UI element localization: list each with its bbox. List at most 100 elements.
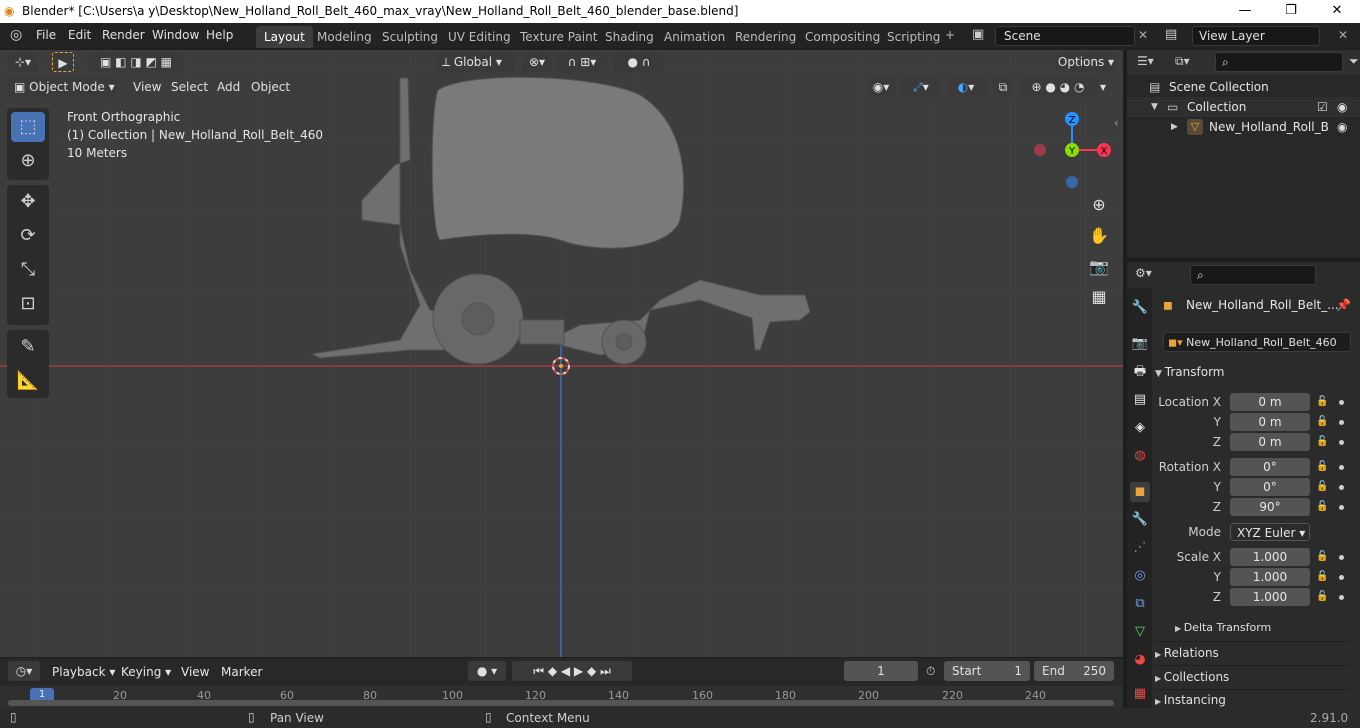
transform-panel-header[interactable]: ▼ Transform: [1155, 361, 1350, 383]
properties-search[interactable]: ⌕: [1190, 265, 1316, 285]
timeline-menu-view[interactable]: View: [181, 665, 209, 679]
pan-button[interactable]: ✋: [1087, 224, 1111, 248]
playback-controls[interactable]: ⏮ ◆ ◀ ▶ ◆ ⏭: [512, 661, 632, 681]
tab-modeling[interactable]: Modeling: [309, 26, 380, 48]
checkbox-icon[interactable]: ☑: [1317, 97, 1328, 117]
object-name-field[interactable]: ◼▾ New_Holland_Roll_Belt_460: [1163, 332, 1351, 352]
eye-icon[interactable]: ◉: [1337, 97, 1347, 117]
ortho-toggle-button[interactable]: ▦: [1087, 285, 1111, 309]
lock-icon[interactable]: 🔓: [1316, 551, 1328, 563]
current-frame-field[interactable]: 1: [844, 661, 918, 681]
keyframe-dot[interactable]: [1339, 505, 1344, 510]
pin-icon[interactable]: 📌: [1336, 298, 1351, 312]
xray-toggle[interactable]: ⧉: [993, 77, 1013, 97]
sidebar-toggle-icon[interactable]: ‹: [1114, 116, 1119, 130]
lock-icon[interactable]: 🔓: [1316, 396, 1328, 408]
keyframe-dot[interactable]: [1339, 485, 1344, 490]
minimize-button[interactable]: —: [1222, 0, 1268, 23]
keyframe-dot[interactable]: [1339, 575, 1344, 580]
scale-x-field[interactable]: 1.000: [1230, 548, 1310, 566]
rotation-mode-dropdown[interactable]: XYZ Euler ▾: [1230, 523, 1310, 541]
annotate-tool[interactable]: ✎: [11, 332, 45, 362]
select-box-tool[interactable]: ⬚: [11, 112, 45, 142]
menu-window[interactable]: Window: [152, 28, 199, 42]
lock-icon[interactable]: 🔓: [1316, 461, 1328, 473]
relations-panel-header[interactable]: ▶ Relations: [1155, 641, 1350, 663]
keyframe-dot[interactable]: [1339, 440, 1344, 445]
editor-type-button[interactable]: ⊹▾: [8, 52, 38, 72]
selection-mode-group[interactable]: ▣ ◧ ◨ ◩ ▦: [88, 52, 184, 72]
shading-mode-group[interactable]: ⊕ ● ◕ ◔: [1018, 77, 1098, 97]
transform-tool[interactable]: ⊡: [11, 289, 45, 319]
menu-file[interactable]: File: [36, 28, 56, 42]
menu-select[interactable]: Select: [171, 80, 208, 94]
tab-sculpting[interactable]: Sculpting: [374, 26, 446, 48]
outliner-row-collection[interactable]: ▼ ▭ Collection ☑ ◉: [1127, 97, 1360, 117]
texture-tab-icon[interactable]: ▦: [1130, 684, 1150, 704]
end-frame-field[interactable]: End 250: [1034, 661, 1114, 681]
keyframe-dot[interactable]: [1339, 595, 1344, 600]
scale-z-field[interactable]: 1.000: [1230, 588, 1310, 606]
tab-texture-paint[interactable]: Texture Paint: [512, 26, 605, 48]
menu-view[interactable]: View: [133, 80, 161, 94]
properties-type-icon[interactable]: ⚙▾: [1135, 266, 1152, 280]
lock-icon[interactable]: 🔓: [1316, 591, 1328, 603]
scale-y-field[interactable]: 1.000: [1230, 568, 1310, 586]
rotate-tool[interactable]: ⟳: [11, 221, 45, 251]
outliner-search[interactable]: ⌕: [1215, 52, 1343, 72]
tab-compositing[interactable]: Compositing: [797, 26, 888, 48]
delta-transform-header[interactable]: ▶ Delta Transform: [1175, 617, 1360, 639]
menu-render[interactable]: Render: [102, 28, 145, 42]
rotation-x-field[interactable]: 0°: [1230, 458, 1310, 476]
lock-icon[interactable]: 🔓: [1316, 571, 1328, 583]
timeline-menu-playback[interactable]: Playback ▾: [52, 665, 115, 679]
timeline-editor-type[interactable]: ◷▾: [8, 661, 40, 681]
blender-menu-icon[interactable]: ◎: [10, 27, 22, 43]
lock-icon[interactable]: 🔓: [1316, 416, 1328, 428]
scale-tool[interactable]: ⤡: [11, 255, 45, 285]
stopwatch-icon[interactable]: ⏱: [926, 664, 935, 679]
mode-dropdown[interactable]: ▣ Object Mode ▾: [8, 77, 118, 97]
expand-icon[interactable]: ▼: [1151, 97, 1158, 117]
zoom-button[interactable]: ⊕: [1087, 193, 1111, 217]
tab-shading[interactable]: Shading: [597, 26, 662, 48]
close-button[interactable]: ✕: [1314, 0, 1360, 23]
timeline-scrollbar[interactable]: [8, 700, 1114, 706]
overlays-toggle[interactable]: ◐▾: [946, 77, 986, 97]
proportional-edit-button[interactable]: ● ∩: [614, 52, 664, 72]
scene-remove-icon[interactable]: ✕: [1138, 28, 1148, 42]
outliner-row-object[interactable]: ▶ ▽ New_Holland_Roll_B ◉: [1127, 117, 1360, 137]
rotation-y-field[interactable]: 0°: [1230, 478, 1310, 496]
lock-icon[interactable]: 🔓: [1316, 436, 1328, 448]
filter-icon[interactable]: ⏷: [1349, 54, 1359, 69]
transform-orientation-dropdown[interactable]: ⟂ Global ▾: [436, 52, 514, 72]
keyframe-dot[interactable]: [1339, 400, 1344, 405]
tab-scripting[interactable]: Scripting: [879, 26, 948, 48]
timeline-menu-marker[interactable]: Marker: [221, 665, 262, 679]
render-tab-icon[interactable]: 📷: [1130, 334, 1150, 354]
tab-animation[interactable]: Animation: [656, 26, 733, 48]
outliner-type-icon[interactable]: ☰▾: [1137, 54, 1154, 68]
menu-edit[interactable]: Edit: [68, 28, 91, 42]
visibility-button[interactable]: ◉▾: [866, 77, 896, 97]
material-tab-icon[interactable]: ◕: [1130, 650, 1150, 670]
3d-viewport[interactable]: ⊹▾ ▶ ▣ ◧ ◨ ◩ ▦ ⟂ Global ▾ ⊗▾ ∩ ⊞▾ ● ∩ Op…: [0, 50, 1123, 657]
lock-icon[interactable]: 🔓: [1316, 481, 1328, 493]
tab-layout[interactable]: Layout: [256, 26, 313, 48]
gizmo-toggle[interactable]: ⤢▾: [902, 77, 940, 97]
keyframe-dot[interactable]: [1339, 420, 1344, 425]
tab-rendering[interactable]: Rendering: [727, 26, 804, 48]
snap-button[interactable]: ∩ ⊞▾: [557, 52, 607, 72]
object-eye-icon[interactable]: ◉: [1337, 117, 1347, 137]
shading-options-icon[interactable]: ▾: [1100, 80, 1106, 94]
maximize-button[interactable]: ❐: [1268, 0, 1314, 23]
move-tool[interactable]: ✥: [11, 187, 45, 217]
instancing-panel-header[interactable]: ▶ Instancing: [1155, 689, 1350, 707]
tab-uv-editing[interactable]: UV Editing: [440, 26, 519, 48]
collapse-icon[interactable]: ▶: [1171, 117, 1178, 137]
navigation-gizmo[interactable]: Z Y X: [1026, 110, 1116, 200]
frame-ruler[interactable]: 1 20 40 60 80 100 120 140 160 180 200 22…: [0, 686, 1123, 708]
menu-add[interactable]: Add: [217, 80, 240, 94]
measure-tool[interactable]: 📐: [11, 366, 45, 396]
timeline-menu-keying[interactable]: Keying ▾: [121, 665, 171, 679]
